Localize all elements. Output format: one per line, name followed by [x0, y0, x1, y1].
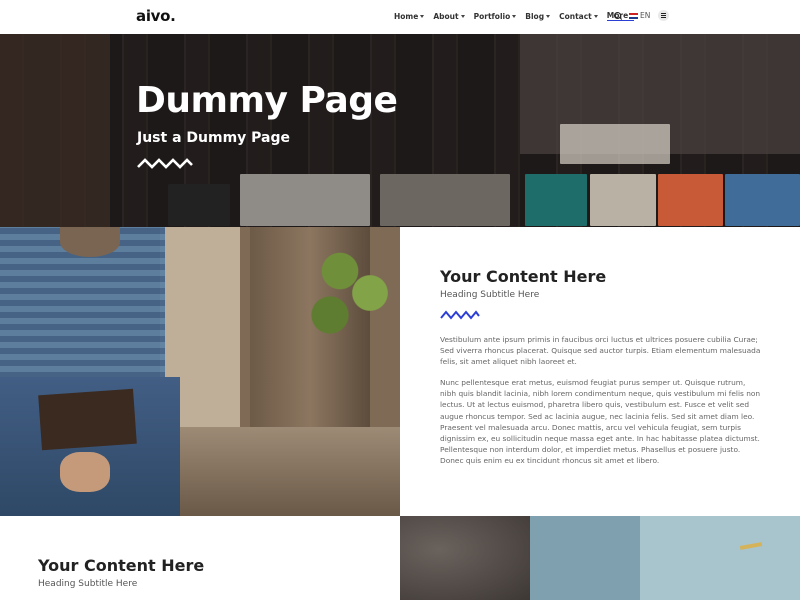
- content-section-1: Your Content Here Heading Subtitle Here …: [400, 227, 800, 516]
- zigzag-divider-icon: [137, 158, 193, 169]
- nav-item-blog[interactable]: Blog: [525, 11, 551, 21]
- hero-background: [0, 34, 110, 227]
- poster-image: [168, 184, 230, 226]
- nav-item-portfolio[interactable]: Portfolio: [474, 12, 517, 21]
- section-heading: Your Content Here Heading Subtitle Here: [440, 267, 606, 300]
- section-heading: Your Content Here Heading Subtitle Here: [38, 556, 204, 589]
- chevron-down-icon: [546, 14, 551, 18]
- nav-item-about[interactable]: About: [433, 11, 465, 21]
- main-nav: Home About Portfolio Blog Contact More: [394, 11, 643, 21]
- menu-icon[interactable]: [658, 10, 670, 21]
- chevron-down-icon: [420, 14, 425, 18]
- page-subtitle: Just a Dummy Page: [137, 130, 291, 146]
- nav-label: About: [433, 11, 459, 21]
- poster-image: [380, 174, 510, 226]
- search-icon[interactable]: [614, 11, 622, 20]
- nav-item-home[interactable]: Home: [394, 11, 425, 21]
- poster-image: [658, 174, 723, 226]
- chevron-down-icon: [593, 14, 598, 18]
- fabric-image: [400, 516, 800, 600]
- section-title: Your Content Here: [38, 556, 205, 575]
- flag-icon[interactable]: [629, 12, 638, 19]
- poster-image: [590, 174, 656, 226]
- section-subtitle: Heading Subtitle Here: [38, 579, 138, 589]
- body-paragraph: Vestibulum ante ipsum primis in faucibus…: [440, 335, 761, 367]
- hero-banner: Dummy Page Just a Dummy Page: [0, 34, 800, 227]
- header-tools: EN: [614, 10, 670, 21]
- poster-image: [525, 174, 587, 226]
- section-title: Your Content Here: [440, 267, 607, 286]
- chevron-down-icon: [512, 14, 517, 18]
- chevron-down-icon: [460, 14, 465, 18]
- poster-image: [560, 124, 670, 164]
- language-selector[interactable]: EN: [640, 11, 650, 20]
- page-title: Dummy Page: [136, 80, 398, 121]
- nav-label: Blog: [525, 11, 545, 21]
- zigzag-divider-icon: [440, 310, 480, 320]
- man-with-book-image: [0, 227, 400, 516]
- nav-item-contact[interactable]: Contact: [559, 12, 598, 21]
- poster-image: [240, 174, 370, 226]
- site-header: aivo. Home About Portfolio Blog Contact …: [0, 0, 800, 34]
- poster-image: [725, 174, 800, 226]
- nav-label: Home: [394, 11, 419, 21]
- nav-label: Portfolio: [473, 11, 511, 21]
- site-logo[interactable]: aivo.: [136, 7, 176, 25]
- nav-label: Contact: [559, 11, 592, 21]
- section-subtitle: Heading Subtitle Here: [440, 290, 540, 300]
- content-section-2: Your Content Here Heading Subtitle Here: [0, 516, 400, 600]
- body-paragraph: Nunc pellentesque erat metus, euismod fe…: [440, 378, 761, 466]
